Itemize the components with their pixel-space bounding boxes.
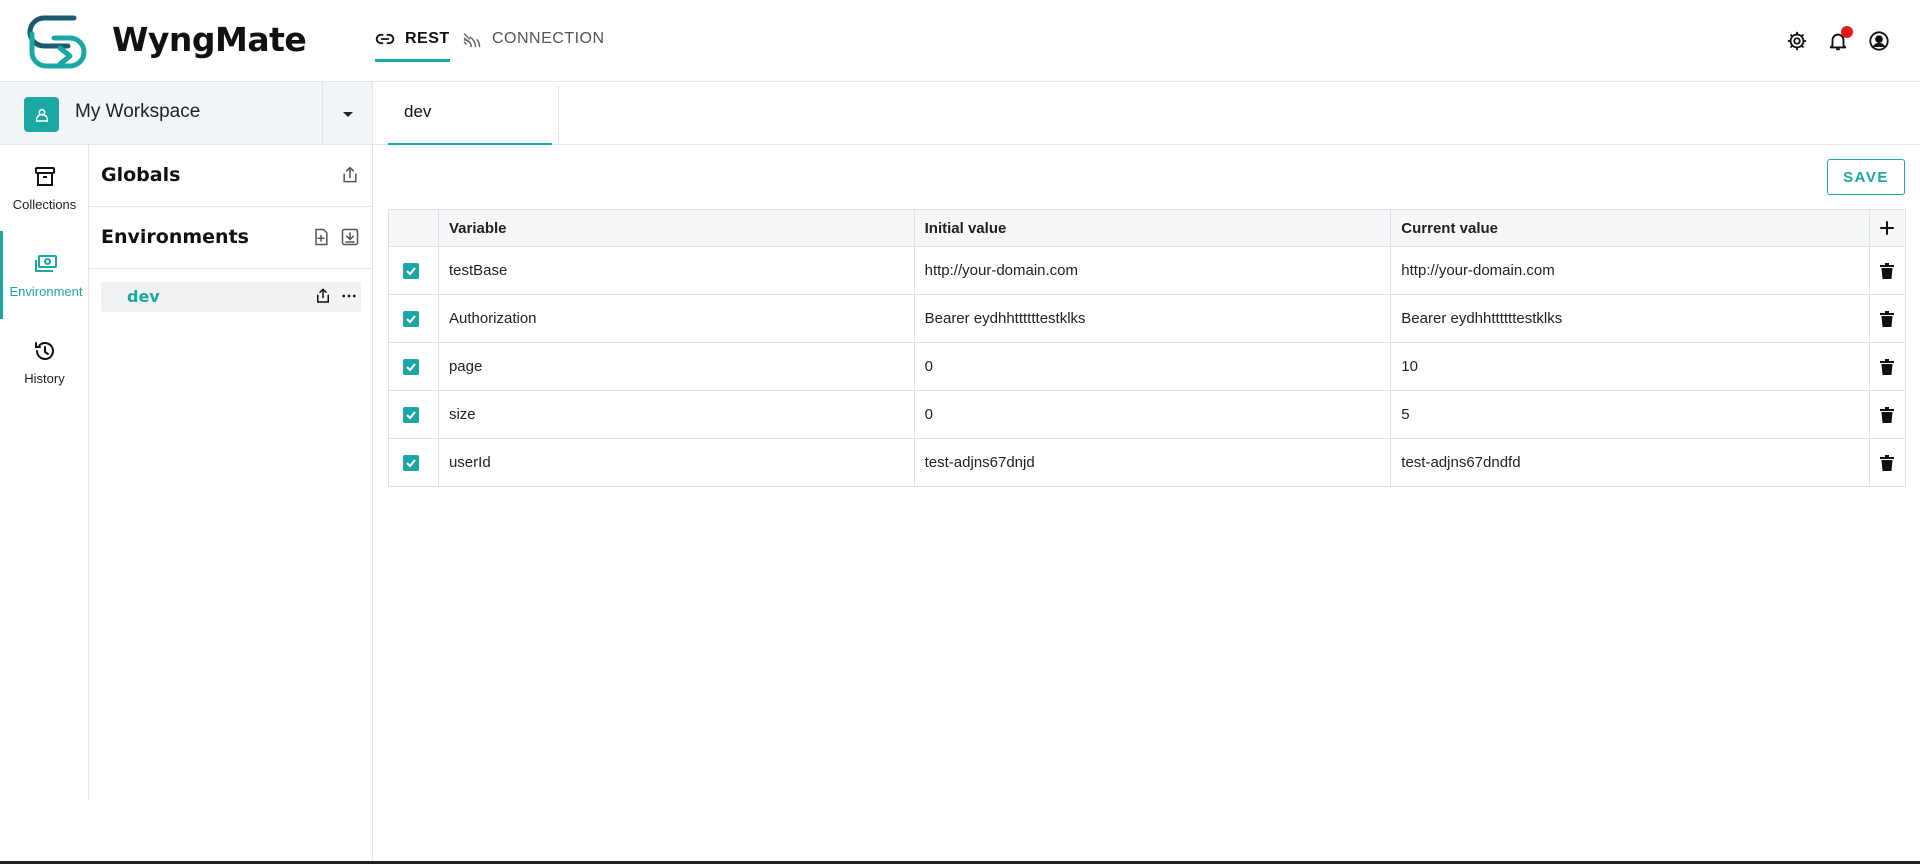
connection-icon (463, 33, 481, 48)
globals-title: Globals (101, 164, 181, 186)
enabled-checkbox[interactable] (403, 358, 419, 375)
row-checkbox-cell (388, 438, 439, 487)
table-header-row: Variable Initial value Current value (388, 209, 1907, 247)
variable-cell[interactable]: page (437, 342, 915, 391)
plus-icon[interactable] (1870, 220, 1905, 236)
account-icon[interactable] (1868, 30, 1890, 52)
check-icon (406, 410, 416, 419)
row-action-cell (1868, 390, 1907, 439)
table-row: Authorization Bearer eydhhttttttestklks … (388, 294, 1907, 343)
history-icon (34, 341, 54, 360)
environment-item-label: dev (127, 287, 160, 306)
add-variable-cell (1868, 209, 1907, 247)
rail-item-history[interactable]: History (0, 319, 89, 405)
rail-item-history-label: History (24, 370, 65, 386)
variable-cell[interactable]: testBase (437, 246, 915, 295)
row-action-cell (1868, 246, 1907, 295)
current-value-cell[interactable]: test-adjns67dndfd (1390, 438, 1870, 487)
current-value-cell[interactable]: Bearer eydhhttttttestklks (1390, 294, 1870, 343)
nav-tab-connection-label: CONNECTION (492, 30, 605, 47)
header-checkbox-cell (388, 209, 439, 247)
trash-icon[interactable] (1870, 454, 1905, 471)
initial-value-cell[interactable]: 0 (913, 390, 1392, 439)
current-value-cell[interactable]: 5 (1390, 390, 1870, 439)
trash-icon[interactable] (1870, 358, 1905, 375)
enabled-checkbox[interactable] (403, 262, 419, 279)
trash-icon[interactable] (1870, 310, 1905, 327)
gear-icon[interactable] (1786, 30, 1808, 52)
app-name: WyngMate (112, 20, 307, 59)
row-checkbox-cell (388, 390, 439, 439)
bell-icon[interactable] (1827, 26, 1853, 52)
enabled-checkbox[interactable] (403, 454, 419, 471)
column-header-initial-value: Initial value (913, 209, 1392, 247)
workspace-name: My Workspace (75, 101, 201, 122)
environment-tabs: dev (374, 82, 1920, 145)
tab-dev-label: dev (404, 102, 432, 121)
notification-dot (1841, 26, 1853, 38)
left-rail: Collections Environment History (0, 145, 89, 801)
globals-section: Globals (89, 145, 373, 207)
link-icon (375, 33, 395, 45)
row-checkbox-cell (388, 246, 439, 295)
table-row: page 0 10 (388, 342, 1907, 391)
initial-value-cell[interactable]: Bearer eydhhttttttestklks (913, 294, 1392, 343)
row-checkbox-cell (388, 294, 439, 343)
column-header-variable: Variable (437, 209, 915, 247)
more-options-icon[interactable] (340, 287, 358, 305)
environment-panel: Globals Environments dev (89, 145, 373, 864)
column-header-current-value: Current value (1390, 209, 1870, 247)
rail-item-environment[interactable]: Environment (0, 231, 89, 319)
variable-cell[interactable]: Authorization (437, 294, 915, 343)
nav-tab-rest[interactable]: REST (375, 22, 450, 62)
rail-item-environment-label: Environment (9, 283, 83, 299)
globals-export-icon[interactable] (340, 165, 360, 185)
wyngmate-logo-icon[interactable] (24, 12, 90, 70)
table-row: userId test-adjns67dnjd test-adjns67dndf… (388, 438, 1907, 487)
row-action-cell (1868, 342, 1907, 391)
rail-item-collections[interactable]: Collections (0, 145, 89, 231)
check-icon (406, 266, 416, 275)
archive-icon (34, 166, 55, 186)
environment-item-dev[interactable]: dev (101, 282, 361, 312)
variable-cell[interactable]: size (437, 390, 915, 439)
table-row: size 0 5 (388, 390, 1907, 439)
enabled-checkbox[interactable] (403, 406, 419, 423)
tab-dev[interactable]: dev (388, 82, 552, 145)
money-icon (35, 254, 57, 272)
environments-title: Environments (101, 226, 249, 248)
new-environment-icon[interactable] (311, 227, 331, 247)
row-checkbox-cell (388, 342, 439, 391)
tab-separator (558, 86, 559, 145)
row-action-cell (1868, 438, 1907, 487)
check-icon (406, 314, 416, 323)
trash-icon[interactable] (1870, 262, 1905, 279)
save-button[interactable]: SAVE (1827, 159, 1905, 195)
table-row: testBase http://your-domain.com http://y… (388, 246, 1907, 295)
initial-value-cell[interactable]: http://your-domain.com (913, 246, 1392, 295)
trash-icon[interactable] (1870, 406, 1905, 423)
environment-editor: dev SAVE Variable Initial value Current … (374, 82, 1920, 864)
variable-cell[interactable]: userId (437, 438, 915, 487)
initial-value-cell[interactable]: test-adjns67dnjd (913, 438, 1392, 487)
environment-export-icon[interactable] (314, 287, 332, 305)
nav-tab-connection[interactable]: CONNECTION (462, 22, 605, 56)
workspace-selector[interactable]: My Workspace (0, 82, 373, 145)
initial-value-cell[interactable]: 0 (913, 342, 1392, 391)
row-action-cell (1868, 294, 1907, 343)
variables-table: Variable Initial value Current value tes… (388, 209, 1907, 487)
rail-item-collections-label: Collections (12, 196, 77, 212)
check-icon (406, 362, 416, 371)
check-icon (406, 458, 416, 467)
enabled-checkbox[interactable] (403, 310, 419, 327)
chevron-down-icon[interactable] (338, 104, 358, 124)
import-environment-icon[interactable] (340, 227, 360, 247)
current-value-cell[interactable]: http://your-domain.com (1390, 246, 1870, 295)
workspace-divider (322, 82, 323, 145)
nav-tab-rest-label: REST (405, 30, 450, 47)
top-header: WyngMate REST CONNECTION (0, 0, 1920, 82)
workspace-avatar-icon (24, 97, 59, 132)
current-value-cell[interactable]: 10 (1390, 342, 1870, 391)
environments-section: Environments (89, 207, 373, 269)
